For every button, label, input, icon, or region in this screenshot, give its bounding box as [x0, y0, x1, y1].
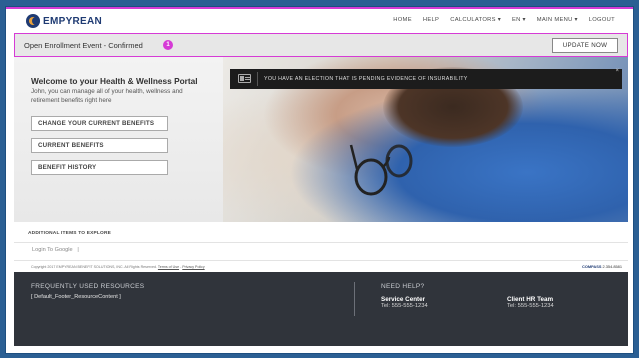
copyright-text: Copyright 2017 EMPYREAN BENEFIT SOLUTION… — [31, 265, 205, 269]
change-benefits-button[interactable]: CHANGE YOUR CURRENT BENEFITS — [31, 116, 168, 131]
link-separator: | — [77, 247, 79, 253]
welcome-subtitle: John, you can manage all of your health,… — [31, 88, 183, 104]
nav-logout[interactable]: LOGOUT — [589, 17, 615, 23]
alert-text: YOU HAVE AN ELECTION THAT IS PENDING EVI… — [264, 76, 468, 82]
benefit-history-button[interactable]: BENEFIT HISTORY — [31, 160, 168, 175]
nav-help[interactable]: HELP — [423, 17, 439, 23]
nav-language[interactable]: EN ▾ — [512, 17, 526, 23]
resources-content: [ Default_Footer_ResourceContent ] — [31, 294, 121, 300]
welcome-title: Welcome to your Health & Wellness Portal — [31, 76, 198, 86]
nav-main-menu[interactable]: MAIN MENU ▾ — [537, 17, 578, 23]
page-footer: FREQUENTLY USED RESOURCES [ Default_Foot… — [14, 272, 628, 346]
current-benefits-button[interactable]: CURRENT BENEFITS — [31, 138, 168, 153]
compass-version: COMPASS 2.354.8581 — [582, 264, 622, 269]
logo-icon — [26, 14, 40, 28]
terms-of-use-link[interactable]: Terms of Use — [158, 265, 179, 269]
nav-calculators[interactable]: CALCULATORS ▾ — [450, 17, 501, 23]
footer-divider — [354, 282, 355, 316]
help-heading: NEED HELP? — [381, 283, 425, 290]
hr-team-phone[interactable]: Tel: 555-555-1234 — [507, 303, 554, 309]
version-number: 2.354.8581 — [602, 264, 622, 269]
copyright-notice: Copyright 2017 EMPYREAN BENEFIT SOLUTION… — [31, 265, 157, 269]
nav-home[interactable]: HOME — [393, 17, 412, 23]
close-icon[interactable]: × — [615, 68, 619, 74]
enrollment-banner: Open Enrollment Event - Confirmed 1 UPDA… — [14, 33, 628, 57]
login-google-link[interactable]: Login To Google — [32, 247, 73, 253]
privacy-policy-link[interactable]: Privacy Policy — [182, 265, 204, 269]
divider — [14, 242, 628, 243]
update-now-button[interactable]: UPDATE NOW — [552, 38, 618, 53]
resources-heading: FREQUENTLY USED RESOURCES — [31, 283, 145, 290]
copyright-bar: Copyright 2017 EMPYREAN BENEFIT SOLUTION… — [14, 260, 628, 271]
logo-text: EMPYREAN — [43, 15, 103, 27]
alert-divider — [257, 72, 258, 86]
eoi-alert[interactable]: YOU HAVE AN ELECTION THAT IS PENDING EVI… — [230, 68, 622, 89]
glasses-illustration — [349, 144, 413, 196]
browser-page: EMPYREAN HOME HELP CALCULATORS ▾ EN ▾ MA… — [5, 6, 634, 354]
empyrean-logo[interactable]: EMPYREAN — [26, 14, 102, 28]
top-header: EMPYREAN HOME HELP CALCULATORS ▾ EN ▾ MA… — [6, 9, 633, 32]
login-google-link-row: Login To Google | — [32, 247, 79, 253]
enrollment-text: Open Enrollment Event - Confirmed — [24, 41, 143, 50]
service-center-phone[interactable]: Tel: 555-555-1234 — [381, 303, 428, 309]
welcome-panel: Welcome to your Health & Wellness Portal… — [14, 57, 223, 222]
id-card-icon — [238, 74, 251, 83]
additional-items-heading: ADDITIONAL ITEMS TO EXPLORE — [28, 231, 112, 236]
notification-badge: 1 — [163, 40, 173, 50]
compass-brand: COMPASS — [582, 264, 602, 269]
main-nav: HOME HELP CALCULATORS ▾ EN ▾ MAIN MENU ▾… — [393, 17, 615, 23]
service-center-label: Service Center — [381, 296, 426, 303]
hr-team-label: Client HR Team — [507, 296, 554, 303]
